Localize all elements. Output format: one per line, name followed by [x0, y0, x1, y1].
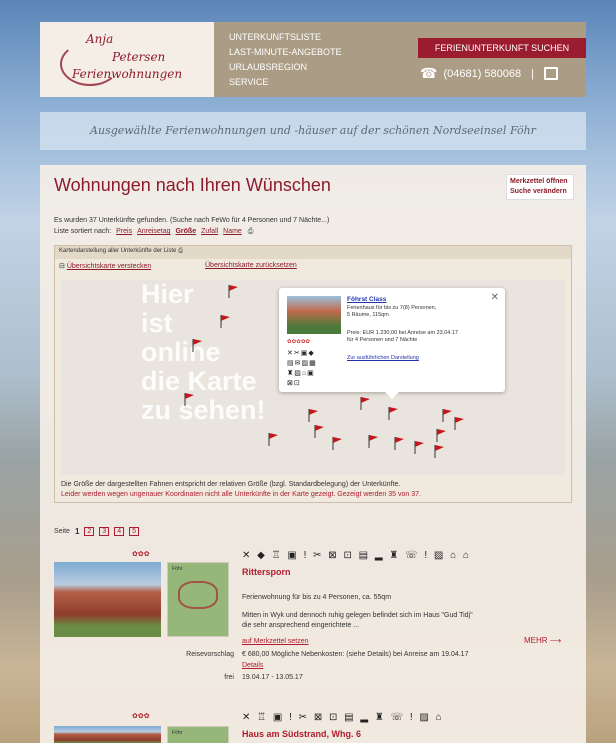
route-icon	[178, 581, 218, 609]
details-link[interactable]: Details	[242, 662, 263, 669]
map-flag-icon[interactable]	[433, 444, 445, 458]
map-flag-icon[interactable]	[453, 416, 465, 430]
listing-photo[interactable]	[54, 726, 161, 743]
map-canvas[interactable]: Hier ist online die Karte zu sehen! Föhr…	[61, 280, 565, 475]
search-accommodation-button[interactable]: FERIENUNTERKUNFT SUCHEN	[418, 38, 586, 58]
nav-unterkunftsliste[interactable]: UNTERKUNFTSLISTE	[229, 30, 342, 45]
sort-options: Liste sortiert nach: Preis Anreisetag Gr…	[54, 228, 253, 236]
rating-stars: ✿✿✿	[132, 713, 150, 720]
map-flag-icon[interactable]	[227, 284, 239, 298]
add-to-notepad-link[interactable]: auf Merkzettel setzen	[242, 638, 309, 645]
nav-service[interactable]: SERVICE	[229, 75, 342, 90]
tagline: Ausgewählte Ferienwohnungen und -häuser …	[40, 112, 586, 150]
sort-label: Liste sortiert nach:	[54, 228, 112, 235]
change-search-link[interactable]: Suche verändern	[510, 187, 570, 197]
trip-suggestion-label: Reisevorschlag	[186, 651, 234, 658]
popup-close-icon[interactable]: ✕	[491, 292, 499, 303]
map-flag-icon[interactable]	[313, 424, 325, 438]
page-title: Wohnungen nach Ihren Wünschen	[54, 175, 331, 195]
popup-price: Preis: EUR 1.230,00 bei Anreise am 23.04…	[347, 330, 458, 343]
map-flag-icon[interactable]	[387, 406, 399, 420]
trip-suggestion-value: € 680,00 Mögliche Nebenkosten: (siehe De…	[242, 651, 469, 658]
site-header: Anja Petersen Ferienwohnungen UNTERKUNFT…	[40, 22, 586, 97]
collapse-icon[interactable]: ⊟	[59, 263, 65, 270]
reset-map-link[interactable]: Übersichtskarte zurücksetzen	[205, 262, 297, 269]
listing-name[interactable]: Haus am Südstrand, Whg. 6	[242, 729, 361, 739]
sort-anreisetag[interactable]: Anreisetag	[137, 228, 170, 235]
sort-preis[interactable]: Preis	[116, 228, 132, 235]
map-flag-icon[interactable]	[183, 392, 195, 406]
rating-stars: ✿✿✿	[132, 551, 150, 558]
bookmark-list-icon[interactable]	[544, 67, 558, 80]
sort-name[interactable]: Name	[223, 228, 242, 235]
results-summary: Es wurden 37 Unterkünfte gefunden. (Such…	[54, 217, 330, 224]
map-flag-icon[interactable]	[359, 396, 371, 410]
listing-description: Ferienwohnung für bis zu 4 Personen, ca.…	[242, 594, 473, 629]
page-current: 1	[74, 527, 80, 536]
popup-name[interactable]: Föhrst Class	[347, 296, 386, 303]
amenity-icons: ✕ ♖ ▣ ! ✂ ⊠ ⊡ ▤ ▂ ♜ ☏ ! ▨ ⌂	[242, 712, 444, 723]
map-flag-icon[interactable]	[441, 408, 453, 422]
listing-name[interactable]: Rittersporn	[242, 567, 291, 577]
listing-map-thumb[interactable]: Föhr	[167, 562, 229, 637]
map-flag-icon[interactable]	[367, 434, 379, 448]
map-section: Kartendarstellung aller Unterkünfte der …	[54, 245, 572, 503]
map-flag-icon[interactable]	[191, 338, 203, 352]
map-popup: Föhrst Class Ferienhaus für bis zu 7(8) …	[279, 288, 505, 399]
nav-last-minute[interactable]: LAST-MINUTE-ANGEBOTE	[229, 45, 342, 60]
map-placeholder-text: Hier ist online die Karte zu sehen!	[141, 280, 266, 425]
map-note: Die Größe der dargestellten Fahnen entsp…	[61, 480, 561, 500]
popup-amenity-icons: ✕✂▣◆ ▤✉▨▦ ♜▨⌂▣ ⊠⊡	[287, 350, 317, 387]
main-nav: UNTERKUNFTSLISTE LAST-MINUTE-ANGEBOTE UR…	[229, 30, 342, 90]
map-header: Kartendarstellung aller Unterkünfte der …	[55, 246, 571, 259]
sort-groesse[interactable]: Größe	[175, 228, 196, 235]
popup-image[interactable]	[287, 296, 341, 334]
map-flag-icon[interactable]	[413, 440, 425, 454]
page-label: Seite	[54, 528, 70, 535]
map-flag-icon[interactable]	[219, 314, 231, 328]
map-flag-icon[interactable]	[307, 408, 319, 422]
open-notepad-link[interactable]: Merkzettel öffnen	[510, 177, 570, 187]
map-controls: ⊟ Übersichtskarte verstecken Übersichtsk…	[55, 259, 571, 273]
free-dates: 19.04.17 - 13.05.17	[242, 674, 303, 681]
logo-line-1: Anja	[86, 32, 114, 46]
sort-zufall[interactable]: Zufall	[201, 228, 218, 235]
listing-photo[interactable]	[54, 562, 161, 637]
map-flag-icon[interactable]	[331, 436, 343, 450]
pagination: Seite 1 2 3 4 5	[54, 527, 140, 536]
map-flag-icon[interactable]	[435, 428, 447, 442]
logo-line-3: Ferienwohnungen	[72, 67, 183, 81]
map-warning: Leider werden wegen ungenauer Koordinate…	[61, 491, 421, 498]
popup-description: Ferienhaus für bis zu 7(8) Personen, 5 Rä…	[347, 305, 437, 318]
phone-info: ☎ (04681) 580068 |	[420, 65, 558, 82]
free-label: frei	[224, 674, 234, 681]
popup-stars: ✿✿✿✿✿	[287, 339, 311, 345]
info-icon: ⎙	[178, 248, 183, 254]
nav-urlaubsregion[interactable]: URLAUBSREGION	[229, 60, 342, 75]
phone-number[interactable]: (04681) 580068	[443, 68, 521, 80]
amenity-icons: ✕ ◆ ♖ ▣ ! ✂ ⊠ ⊡ ▤ ▂ ♜ ☏ ! ▨ ⌂ ⌂	[242, 550, 471, 561]
page-3[interactable]: 3	[99, 527, 110, 536]
more-link[interactable]: MEHR ⟶	[524, 636, 561, 645]
logo-line-2: Petersen	[112, 50, 166, 64]
map-flag-icon[interactable]	[267, 432, 279, 446]
page-2[interactable]: 2	[84, 527, 95, 536]
hide-map-link[interactable]: Übersichtskarte verstecken	[67, 263, 151, 270]
phone-icon: ☎	[420, 65, 438, 81]
site-logo[interactable]: Anja Petersen Ferienwohnungen	[40, 22, 214, 97]
side-actions: Merkzettel öffnen Suche verändern	[506, 174, 574, 200]
page-5[interactable]: 5	[129, 527, 140, 536]
main-content: Wohnungen nach Ihren Wünschen Merkzettel…	[40, 165, 586, 743]
map-flag-icon[interactable]	[393, 436, 405, 450]
popup-details-link[interactable]: Zur ausführlichen Darstellung	[347, 355, 419, 361]
listing-map-thumb[interactable]: Föhr	[167, 726, 229, 743]
print-icon[interactable]: ⎙	[248, 228, 254, 235]
phone-separator: |	[531, 67, 534, 80]
page-4[interactable]: 4	[114, 527, 125, 536]
